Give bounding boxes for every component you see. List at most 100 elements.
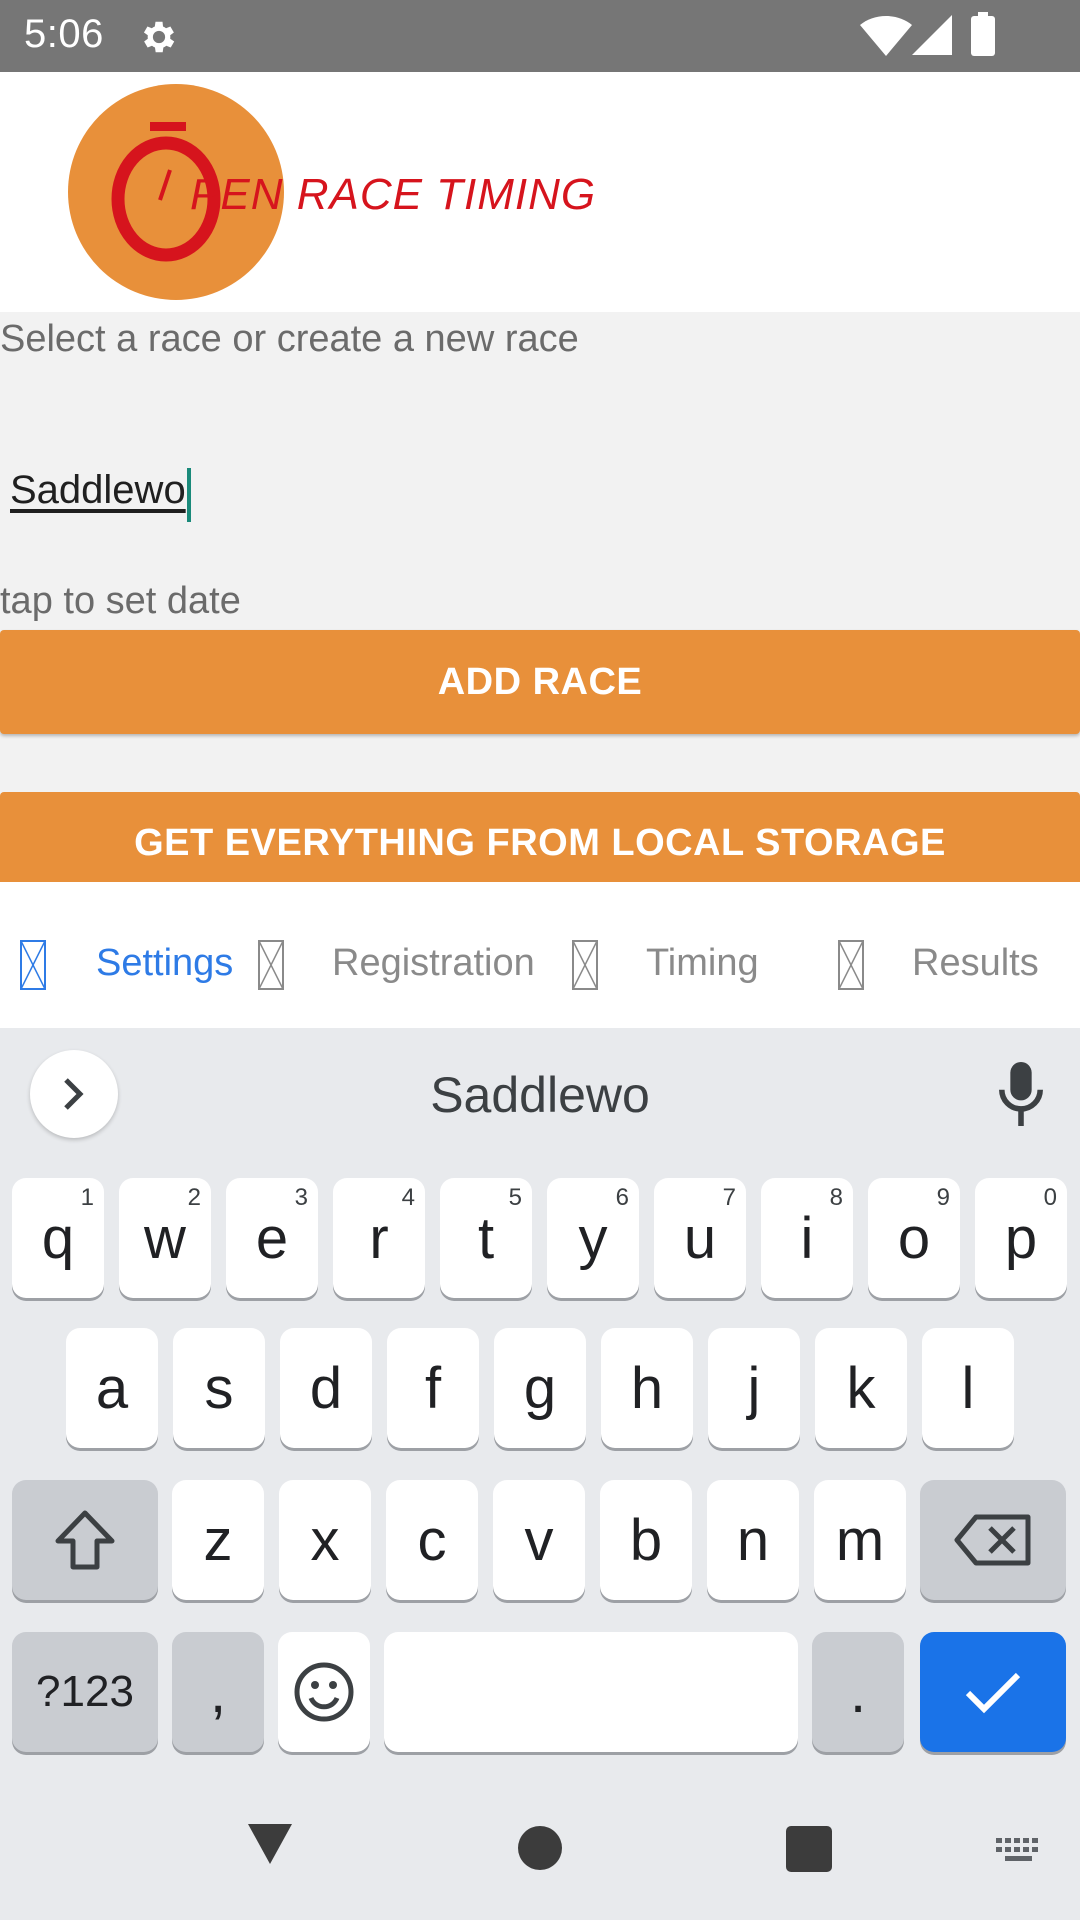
key-label: c [417, 1507, 447, 1573]
race-name-value[interactable]: Saddlewo [10, 468, 186, 513]
key-v[interactable]: v [493, 1480, 585, 1600]
status-bar: 5:06 [0, 0, 1080, 72]
key-w[interactable]: w2 [119, 1178, 211, 1298]
gear-icon [143, 21, 175, 53]
signal-icon [912, 15, 952, 55]
key-x[interactable]: x [279, 1480, 371, 1600]
key-s[interactable]: s [173, 1328, 265, 1448]
key-label: h [630, 1355, 664, 1421]
key-label: j [747, 1355, 761, 1421]
key-number-hint: 9 [936, 1184, 950, 1211]
key-label: n [736, 1507, 770, 1573]
key-label: f [424, 1355, 442, 1421]
key-label: p [1004, 1205, 1038, 1271]
period-key-label: . [849, 1659, 867, 1725]
nav-recents-icon[interactable] [786, 1826, 832, 1872]
key-k[interactable]: k [815, 1328, 907, 1448]
key-z[interactable]: z [172, 1480, 264, 1600]
key-t[interactable]: t5 [440, 1178, 532, 1298]
suggestion-word[interactable]: Saddlewo [0, 1066, 1080, 1124]
key-number-hint: 3 [294, 1184, 308, 1211]
get-local-storage-button[interactable]: GET EVERYTHING FROM LOCAL STORAGE [0, 792, 1080, 882]
key-label: e [255, 1205, 289, 1271]
key-label: u [683, 1205, 717, 1271]
key-label: x [310, 1507, 340, 1573]
key-label: o [897, 1205, 931, 1271]
key-number-hint: 5 [508, 1184, 522, 1211]
key-label: v [524, 1507, 554, 1573]
keyboard-switch-icon[interactable] [994, 1836, 1044, 1866]
key-p[interactable]: p0 [975, 1178, 1067, 1298]
key-label: k [846, 1355, 876, 1421]
key-number-hint: 4 [401, 1184, 415, 1211]
system-nav-bar [0, 1780, 1080, 1920]
key-label: d [309, 1355, 343, 1421]
tab-registration[interactable]: Registration [332, 942, 535, 985]
space-key[interactable] [384, 1632, 798, 1752]
wifi-icon [860, 16, 912, 56]
key-i[interactable]: i8 [761, 1178, 853, 1298]
key-label: m [835, 1507, 885, 1573]
enter-done-key[interactable] [920, 1632, 1066, 1752]
select-race-prompt: Select a race or create a new race [0, 318, 579, 360]
tab-timing[interactable]: Timing [646, 942, 759, 985]
date-picker-hint[interactable]: tap to set date [0, 580, 241, 623]
key-l[interactable]: l [922, 1328, 1014, 1448]
key-number-hint: 8 [829, 1184, 843, 1211]
key-o[interactable]: o9 [868, 1178, 960, 1298]
key-m[interactable]: m [814, 1480, 906, 1600]
key-label: i [800, 1205, 814, 1271]
key-label: r [369, 1205, 389, 1271]
key-j[interactable]: j [708, 1328, 800, 1448]
symbols-key-label: ?123 [36, 1667, 134, 1716]
period-key[interactable]: . [812, 1632, 904, 1752]
logo-text: PEN RACE TIMING [190, 170, 597, 219]
results-tab-icon[interactable] [838, 940, 864, 990]
microphone-icon[interactable] [994, 1062, 1048, 1126]
key-c[interactable]: c [386, 1480, 478, 1600]
key-e[interactable]: e3 [226, 1178, 318, 1298]
key-number-hint: 6 [615, 1184, 629, 1211]
emoji-key[interactable] [278, 1632, 370, 1752]
key-n[interactable]: n [707, 1480, 799, 1600]
app-header: PEN RACE TIMING [0, 72, 1080, 312]
key-d[interactable]: d [280, 1328, 372, 1448]
key-label: w [144, 1205, 186, 1271]
key-q[interactable]: q1 [12, 1178, 104, 1298]
key-u[interactable]: u7 [654, 1178, 746, 1298]
soft-keyboard: Saddlewo ?123 , . q 1 w 2 e 3 r 4 t 5 y … [0, 1028, 1080, 1920]
text-cursor [186, 467, 191, 522]
symbols-key[interactable]: ?123 [12, 1632, 158, 1752]
key-number-hint: 0 [1043, 1184, 1057, 1211]
registration-tab-icon[interactable] [258, 940, 284, 990]
key-g[interactable]: g [494, 1328, 586, 1448]
backspace-key[interactable] [920, 1480, 1066, 1600]
timing-tab-icon[interactable] [572, 940, 598, 990]
key-b[interactable]: b [600, 1480, 692, 1600]
app-logo: PEN RACE TIMING [66, 82, 626, 302]
add-race-button[interactable]: ADD RACE [0, 630, 1080, 734]
key-y[interactable]: y6 [547, 1178, 639, 1298]
key-label: l [961, 1355, 975, 1421]
key-f[interactable]: f [387, 1328, 479, 1448]
settings-tab-icon[interactable] [20, 940, 46, 990]
nav-back-icon[interactable] [246, 1822, 294, 1866]
comma-key-label: , [209, 1659, 227, 1725]
tab-settings[interactable]: Settings [96, 942, 233, 985]
race-name-input[interactable]: Saddlewo [10, 467, 191, 528]
nav-home-icon[interactable] [518, 1826, 562, 1870]
key-label: y [578, 1205, 608, 1271]
status-time: 5:06 [24, 12, 104, 56]
backspace-icon [954, 1514, 1031, 1566]
shift-key[interactable] [12, 1480, 158, 1600]
key-r[interactable]: r4 [333, 1178, 425, 1298]
key-label: g [523, 1355, 557, 1421]
key-label: t [477, 1205, 495, 1271]
key-a[interactable]: a [66, 1328, 158, 1448]
bottom-tab-bar: Settings Registration Timing Results [0, 882, 1080, 1028]
key-label: b [629, 1507, 663, 1573]
comma-key[interactable]: , [172, 1632, 264, 1752]
key-h[interactable]: h [601, 1328, 693, 1448]
tab-results[interactable]: Results [912, 942, 1039, 985]
key-label: q [41, 1205, 75, 1271]
